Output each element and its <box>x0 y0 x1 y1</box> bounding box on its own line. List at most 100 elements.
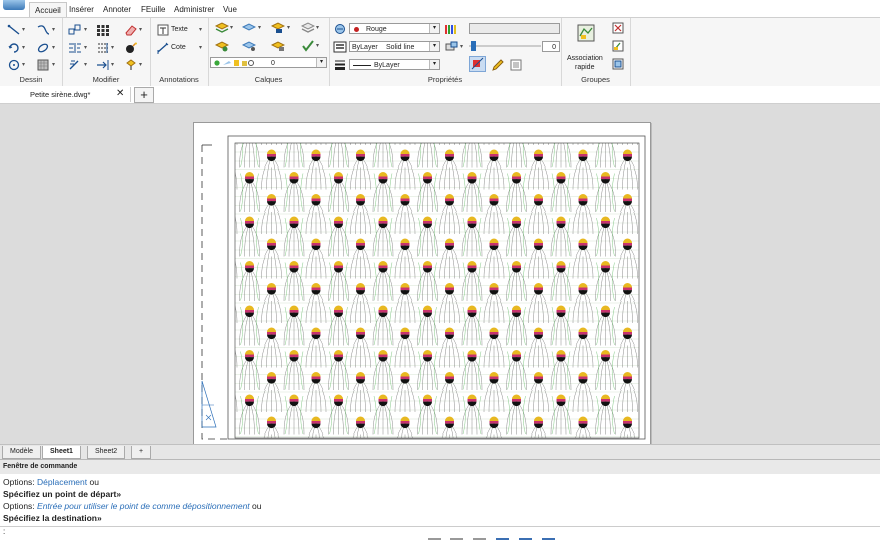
ungroup-icon[interactable] <box>611 22 625 34</box>
add-layout-button[interactable]: + <box>131 446 152 459</box>
stretch-icon[interactable] <box>68 59 82 71</box>
trim-icon[interactable] <box>96 42 110 54</box>
text-icon[interactable] <box>156 24 170 36</box>
transparency-bar[interactable] <box>469 23 560 34</box>
layer-combo[interactable]: 0 ▾ <box>210 57 327 68</box>
lineweight-display-icon <box>471 57 484 70</box>
command-line-1: Options: Déplacement ou <box>3 477 99 487</box>
linetype-scale-icon[interactable] <box>445 41 459 53</box>
slider-handle[interactable] <box>471 41 476 51</box>
make-current-icon[interactable] <box>301 40 315 52</box>
polyline-icon[interactable] <box>36 24 50 36</box>
linetype-value: Solid line <box>386 44 415 51</box>
panel-title-annotations: Annotations <box>159 75 199 84</box>
tab-inserer[interactable]: Insérer <box>64 2 99 17</box>
layer-iso-icon[interactable] <box>271 22 285 34</box>
layer-state-icon[interactable] <box>242 22 256 34</box>
app-logo-icon[interactable] <box>3 0 25 10</box>
panel-title-proprietes: Propriétés <box>427 75 463 84</box>
command-or-text: ou <box>87 477 99 487</box>
command-window-title: Fenêtre de commande <box>3 463 78 470</box>
explode-icon[interactable] <box>124 42 138 54</box>
command-line-4: Spécifiez la destination» <box>3 513 102 523</box>
panel-dessin: ▾ ▾ ▾ ▾ ▾ ▾ Dessin <box>0 18 63 86</box>
tab-feuille[interactable]: FEuille <box>136 2 170 17</box>
command-options-label: Options: <box>3 501 38 511</box>
group-edit-icon[interactable] <box>611 40 625 52</box>
move-icon[interactable] <box>68 24 82 36</box>
properties-paint-icon[interactable] <box>124 59 138 71</box>
dimension-button-label[interactable]: Cote <box>171 44 186 51</box>
tab-annoter[interactable]: Annoter <box>98 2 136 17</box>
quick-group-label-1[interactable]: Association <box>567 55 603 62</box>
linetype-combo[interactable]: ByLayer Solid line ▾ <box>349 41 440 52</box>
command-line-2: Spécifiez un point de départ» <box>3 489 122 499</box>
list-icon[interactable] <box>509 59 523 71</box>
document-tab[interactable]: Petite sirène.dwg* ✕ <box>0 87 131 102</box>
arc-icon[interactable] <box>36 42 50 54</box>
layer-walk-icon[interactable] <box>242 40 256 52</box>
text-button-label[interactable]: Texte <box>171 26 188 33</box>
menu-bar: Accueil Insérer Annoter FEuille Administ… <box>0 0 880 18</box>
command-option-enter[interactable]: Entrée pour utiliser le point de comme d… <box>37 501 250 511</box>
color-swatch <box>354 27 359 32</box>
transparency-value: 0 <box>552 44 556 51</box>
panel-modifier: ▾ ▾ ▾ ▾ ▾ ▾ ▾ Modifier <box>62 18 151 86</box>
lineweight-icon[interactable] <box>333 59 347 71</box>
chevron-down-icon[interactable]: ▾ <box>316 58 326 67</box>
layer-lock-icon[interactable] <box>271 40 285 52</box>
transparency-slider[interactable] <box>469 41 541 51</box>
array-icon[interactable] <box>96 24 110 36</box>
add-document-button[interactable]: + <box>134 87 154 103</box>
close-icon[interactable]: ✕ <box>116 88 124 99</box>
drawing-viewport[interactable] <box>194 123 650 445</box>
chevron-down-icon[interactable]: ▾ <box>429 60 439 69</box>
layer-match-icon[interactable] <box>301 22 315 34</box>
layer-freeze-icon[interactable] <box>215 40 229 52</box>
panel-annotations: Texte ▾ Cote ▾ Annotations <box>150 18 209 86</box>
match-properties-icon[interactable] <box>333 23 347 35</box>
linetype-layer: ByLayer <box>352 44 378 51</box>
group-icon[interactable] <box>577 24 595 42</box>
group-select-icon[interactable] <box>611 58 625 70</box>
color-combo[interactable]: Rouge ▾ <box>349 23 440 34</box>
panel-proprietes: Rouge ▾ ByLayer Solid line ▾ ▾ 0 ByLayer… <box>329 18 562 86</box>
command-history: Options: Déplacement ou Spécifiez un poi… <box>0 474 880 526</box>
transparency-value-box[interactable]: 0 <box>542 41 560 52</box>
pencil-icon[interactable] <box>491 59 505 71</box>
tab-vue[interactable]: Vue <box>218 2 242 17</box>
lineweight-combo[interactable]: ByLayer ▾ <box>349 59 440 70</box>
panel-title-dessin: Dessin <box>19 75 43 84</box>
document-tab-bar: Petite sirène.dwg* ✕ + <box>0 86 880 104</box>
tab-administrer[interactable]: Administrer <box>169 2 219 17</box>
dimension-icon[interactable] <box>156 42 170 54</box>
line-icon[interactable] <box>7 24 21 36</box>
tab-sheet2[interactable]: Sheet2 <box>87 446 126 459</box>
layer-status-icons <box>214 60 254 66</box>
mirror-icon[interactable] <box>68 42 82 54</box>
quick-group-label-2[interactable]: rapide <box>575 64 594 71</box>
layout-tab-bar: Modèle Sheet1 Sheet2 + <box>0 444 880 459</box>
chevron-down-icon[interactable]: ▾ <box>429 24 439 33</box>
tab-sheet1[interactable]: Sheet1 <box>42 446 81 459</box>
panel-groupes: Association rapide Groupes <box>561 18 631 86</box>
command-window-header: Fenêtre de commande <box>0 459 880 475</box>
drawing-canvas[interactable] <box>0 104 880 446</box>
ellipse-icon[interactable] <box>7 59 21 71</box>
command-prompt: : <box>3 527 6 536</box>
tab-accueil[interactable]: Accueil <box>29 2 67 18</box>
layer-value: 0 <box>271 60 275 67</box>
extend-icon[interactable] <box>96 59 110 71</box>
document-tab-label: Petite sirène.dwg* <box>30 90 91 99</box>
command-line-3: Options: Entrée pour utiliser le point d… <box>3 501 261 511</box>
hatch-icon[interactable] <box>36 59 50 71</box>
eraser-icon[interactable] <box>124 24 138 36</box>
chevron-down-icon[interactable]: ▾ <box>429 42 439 51</box>
linetype-icon[interactable] <box>333 41 347 53</box>
circle-icon[interactable] <box>7 42 21 54</box>
color-bars-icon[interactable] <box>443 23 457 35</box>
tab-model[interactable]: Modèle <box>2 446 41 459</box>
command-option-move[interactable]: Déplacement <box>37 477 87 487</box>
layer-properties-icon[interactable] <box>215 22 229 34</box>
lineweight-display-toggle[interactable] <box>469 56 486 72</box>
